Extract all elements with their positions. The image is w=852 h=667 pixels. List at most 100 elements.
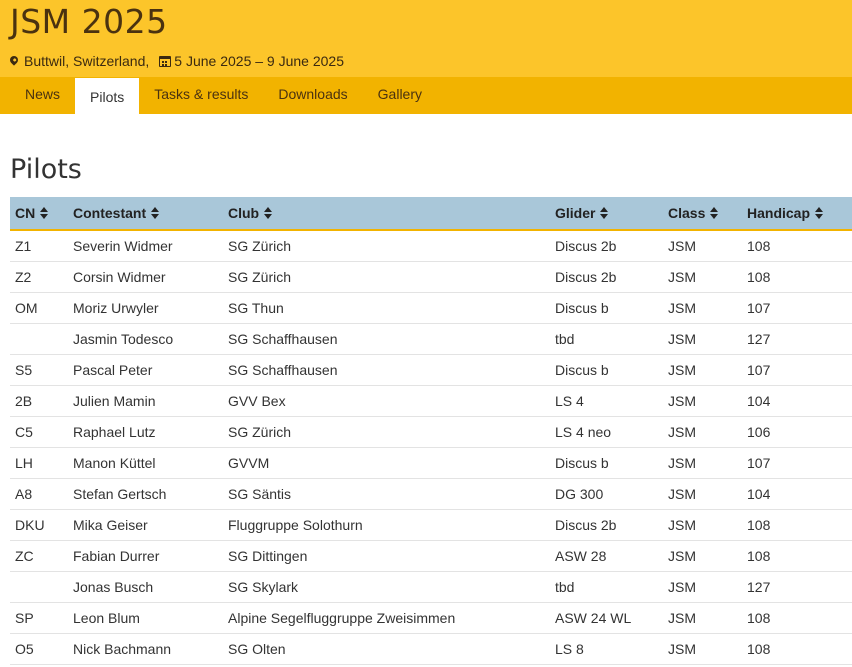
cell-class: JSM bbox=[663, 602, 742, 634]
nav-tab-pilots[interactable]: Pilots bbox=[75, 78, 140, 114]
table-row: S5 Pascal Peter SG Schaffhausen Discus b JSM… bbox=[10, 354, 852, 386]
sort-icon[interactable] bbox=[815, 207, 824, 219]
cell-glider: ASW 28 bbox=[550, 540, 663, 572]
column-header-label: Contestant bbox=[73, 205, 147, 221]
cell-cn: Z2 bbox=[10, 261, 68, 293]
table-row: DKU Mika Geiser Fluggruppe Solothurn Discus… bbox=[10, 509, 852, 541]
cell-handicap: 108 bbox=[742, 509, 852, 541]
event-location: Buttwil, Switzerland, bbox=[24, 53, 150, 69]
cell-class: JSM bbox=[663, 571, 742, 603]
nav-tab-gallery[interactable]: Gallery bbox=[363, 77, 437, 114]
table-row: SP Leon Blum Alpine Segelfluggruppe Zweisi… bbox=[10, 602, 852, 634]
table-row: O5 Nick Bachmann SG Olten LS 8 JSM 108 bbox=[10, 633, 852, 665]
cell-cn: A8 bbox=[10, 478, 68, 510]
table-row: ZC Fabian Durrer SG Dittingen ASW 28 JSM 108 bbox=[10, 540, 852, 572]
cell-cn: C5 bbox=[10, 416, 68, 448]
table-row: C5 Raphael Lutz SG Zürich LS 4 neo JSM 106 bbox=[10, 416, 852, 448]
cell-cn: 2B bbox=[10, 385, 68, 417]
cell-contestant: Fabian Durrer bbox=[68, 540, 223, 572]
cell-club: GVV Bex bbox=[223, 385, 550, 417]
cell-handicap: 127 bbox=[742, 323, 852, 355]
cell-club: Alpine Segelfluggruppe Zweisimmen bbox=[223, 602, 550, 634]
cell-contestant: Manon Küttel bbox=[68, 447, 223, 479]
cell-cn: ZC bbox=[10, 540, 68, 572]
cell-glider: ASW 24 WL bbox=[550, 602, 663, 634]
cell-handicap: 107 bbox=[742, 354, 852, 386]
cell-handicap: 108 bbox=[742, 540, 852, 572]
cell-cn: LH bbox=[10, 447, 68, 479]
column-header-label: Club bbox=[228, 205, 260, 221]
cell-class: JSM bbox=[663, 385, 742, 417]
sort-icon[interactable] bbox=[600, 207, 609, 219]
cell-contestant: Leon Blum bbox=[68, 602, 223, 634]
table-row: Jonas Busch SG Skylark tbd JSM 127 bbox=[10, 571, 852, 603]
cell-club: SG Zürich bbox=[223, 261, 550, 293]
cell-cn: DKU bbox=[10, 509, 68, 541]
cell-handicap: 106 bbox=[742, 416, 852, 448]
table-body: Z1 Severin Widmer SG Zürich Discus 2b JSM 108… bbox=[10, 230, 852, 665]
sort-icon[interactable] bbox=[40, 207, 49, 219]
sort-icon[interactable] bbox=[264, 207, 273, 219]
table-row: 2B Julien Mamin GVV Bex LS 4 JSM 104 bbox=[10, 385, 852, 417]
column-header-glider[interactable]: Glider bbox=[550, 197, 663, 231]
sort-icon[interactable] bbox=[151, 207, 160, 219]
cell-club: SG Skylark bbox=[223, 571, 550, 603]
cell-class: JSM bbox=[663, 416, 742, 448]
cell-glider: Discus b bbox=[550, 292, 663, 324]
table-row: Z2 Corsin Widmer SG Zürich Discus 2b JSM 108 bbox=[10, 261, 852, 293]
column-header-handicap[interactable]: Handicap bbox=[742, 197, 852, 231]
cell-contestant: Jasmin Todesco bbox=[68, 323, 223, 355]
cell-club: SG Säntis bbox=[223, 478, 550, 510]
cell-club: GVVM bbox=[223, 447, 550, 479]
cell-club: SG Zürich bbox=[223, 230, 550, 262]
cell-class: JSM bbox=[663, 323, 742, 355]
cell-handicap: 108 bbox=[742, 602, 852, 634]
cell-class: JSM bbox=[663, 509, 742, 541]
cell-class: JSM bbox=[663, 478, 742, 510]
cell-club: SG Schaffhausen bbox=[223, 354, 550, 386]
cell-handicap: 108 bbox=[742, 230, 852, 262]
cell-cn: S5 bbox=[10, 354, 68, 386]
cell-glider: Discus b bbox=[550, 354, 663, 386]
nav-tab-downloads[interactable]: Downloads bbox=[263, 77, 362, 114]
cell-class: JSM bbox=[663, 540, 742, 572]
column-header-label: Glider bbox=[555, 205, 596, 221]
column-header-contestant[interactable]: Contestant bbox=[68, 197, 223, 231]
cell-club: Fluggruppe Solothurn bbox=[223, 509, 550, 541]
event-header: JSM 2025 Buttwil, Switzerland, 5 June 20… bbox=[0, 0, 852, 77]
cell-cn: Z1 bbox=[10, 230, 68, 262]
cell-class: JSM bbox=[663, 261, 742, 293]
cell-glider: Discus 2b bbox=[550, 261, 663, 293]
sort-icon[interactable] bbox=[710, 207, 719, 219]
cell-cn: OM bbox=[10, 292, 68, 324]
cell-contestant: Julien Mamin bbox=[68, 385, 223, 417]
table-row: OM Moriz Urwyler SG Thun Discus b JSM 107 bbox=[10, 292, 852, 324]
cell-contestant: Mika Geiser bbox=[68, 509, 223, 541]
cell-class: JSM bbox=[663, 633, 742, 665]
cell-contestant: Jonas Busch bbox=[68, 571, 223, 603]
cell-class: JSM bbox=[663, 230, 742, 262]
column-header-label: Handicap bbox=[747, 205, 811, 221]
cell-glider: tbd bbox=[550, 323, 663, 355]
column-header-cn[interactable]: CN bbox=[10, 197, 68, 231]
nav-tab-tasks-results[interactable]: Tasks & results bbox=[139, 77, 263, 114]
event-meta: Buttwil, Switzerland, 5 June 2025 – 9 Ju… bbox=[8, 53, 344, 69]
cell-glider: tbd bbox=[550, 571, 663, 603]
table-row: Jasmin Todesco SG Schaffhausen tbd JSM 127 bbox=[10, 323, 852, 355]
cell-club: SG Thun bbox=[223, 292, 550, 324]
table-row: Z1 Severin Widmer SG Zürich Discus 2b JSM 108 bbox=[10, 230, 852, 262]
cell-handicap: 107 bbox=[742, 292, 852, 324]
column-header-class[interactable]: Class bbox=[663, 197, 742, 231]
cell-contestant: Pascal Peter bbox=[68, 354, 223, 386]
cell-club: SG Schaffhausen bbox=[223, 323, 550, 355]
cell-cn bbox=[10, 323, 68, 355]
cell-cn: SP bbox=[10, 602, 68, 634]
column-header-club[interactable]: Club bbox=[223, 197, 550, 231]
pilots-table: CN Contestant Club Glider Class Handicap Z1 Se… bbox=[10, 197, 852, 665]
nav-tab-news[interactable]: News bbox=[10, 77, 75, 114]
column-header-label: Class bbox=[668, 205, 706, 221]
cell-contestant: Raphael Lutz bbox=[68, 416, 223, 448]
cell-class: JSM bbox=[663, 292, 742, 324]
cell-glider: DG 300 bbox=[550, 478, 663, 510]
cell-contestant: Moriz Urwyler bbox=[68, 292, 223, 324]
